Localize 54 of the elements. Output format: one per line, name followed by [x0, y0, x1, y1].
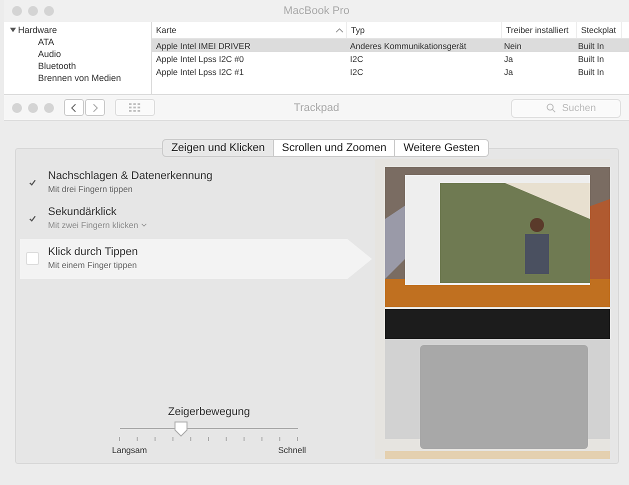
- option-title: Sekundärklick: [48, 206, 116, 218]
- table-cell-text: Apple Intel Lpss I2C #0: [155, 54, 245, 64]
- checkbox[interactable]: [26, 252, 39, 265]
- column-header[interactable]: Typ: [347, 22, 502, 38]
- option-row[interactable]: Klick durch Tippen Mit einem Finger tippen: [20, 239, 372, 279]
- sidebar-item[interactable]: Hardware: [18, 24, 58, 36]
- tab[interactable]: Weitere Gesten: [395, 139, 489, 157]
- table-row[interactable]: Apple Intel IMEI DRIVER Anderes Kommunikationsgerät Nein Built In: [152, 39, 629, 52]
- check-icon: [28, 214, 37, 223]
- option-title: Nachschlagen & Datenerkennung: [48, 170, 213, 182]
- forward-button[interactable]: [85, 99, 105, 116]
- column-header[interactable]: Treiber installiert: [502, 22, 577, 38]
- table-cell-text: Apple Intel IMEI DRIVER: [155, 40, 252, 50]
- column-header[interactable]: Karte: [152, 22, 347, 38]
- caret-icon: [141, 223, 148, 227]
- check-icon: [28, 178, 37, 187]
- slider-label: Zeigerbewegung: [168, 406, 250, 418]
- slider-max-label: Schnell: [278, 445, 306, 455]
- table-cell-text: I2C: [349, 66, 364, 76]
- search-field[interactable]: Suchen: [511, 98, 621, 118]
- tab[interactable]: Scrollen und Zoomen: [274, 139, 396, 157]
- sort-icon: [336, 28, 343, 32]
- slider-min-label: Langsam: [112, 445, 147, 455]
- table-cell-text: Nein: [503, 40, 522, 50]
- column-header[interactable]: Steckplat: [577, 22, 622, 38]
- sidebar-item[interactable]: Bluetooth: [10, 60, 151, 72]
- search-icon: [546, 102, 556, 112]
- sidebar-item[interactable]: Brennen von Medien: [10, 72, 151, 84]
- chevron-right-icon: [92, 102, 98, 112]
- table-row[interactable]: Apple Intel Lpss I2C #1 I2C Ja Built In: [152, 65, 629, 78]
- back-button[interactable]: [64, 99, 84, 116]
- table-cell-text: Built In: [577, 54, 605, 64]
- table-row[interactable]: Apple Intel Lpss I2C #0 I2C Ja Built In: [152, 52, 629, 65]
- window-title: Trackpad: [294, 102, 340, 114]
- option-description: Mit einem Finger tippen: [48, 260, 137, 270]
- chevron-left-icon: [71, 102, 77, 112]
- table-cell-text: I2C: [349, 54, 364, 64]
- table-cell-text: Apple Intel Lpss I2C #1: [155, 66, 245, 76]
- disclosure-icon[interactable]: [10, 27, 16, 33]
- table-cell-text: Built In: [577, 66, 605, 76]
- table-cell-text: Built In: [577, 40, 605, 50]
- grid-icon: [129, 103, 141, 112]
- table-cell-text: Anderes Kommunikationsgerät: [349, 40, 468, 50]
- window-title: MacBook Pro: [283, 5, 350, 17]
- option-title: Klick durch Tippen: [48, 246, 138, 258]
- sidebar-item[interactable]: ATA: [10, 36, 151, 48]
- tab[interactable]: Zeigen und Klicken: [162, 139, 274, 157]
- table-cell-text: Ja: [503, 54, 514, 64]
- show-all-button[interactable]: [115, 99, 155, 116]
- table-cell-text: Ja: [503, 66, 514, 76]
- speed-slider[interactable]: [120, 422, 298, 436]
- option-description: Mit drei Fingern tippen: [48, 184, 133, 194]
- sidebar-item[interactable]: Audio: [10, 48, 151, 60]
- slider-thumb[interactable]: [174, 421, 188, 437]
